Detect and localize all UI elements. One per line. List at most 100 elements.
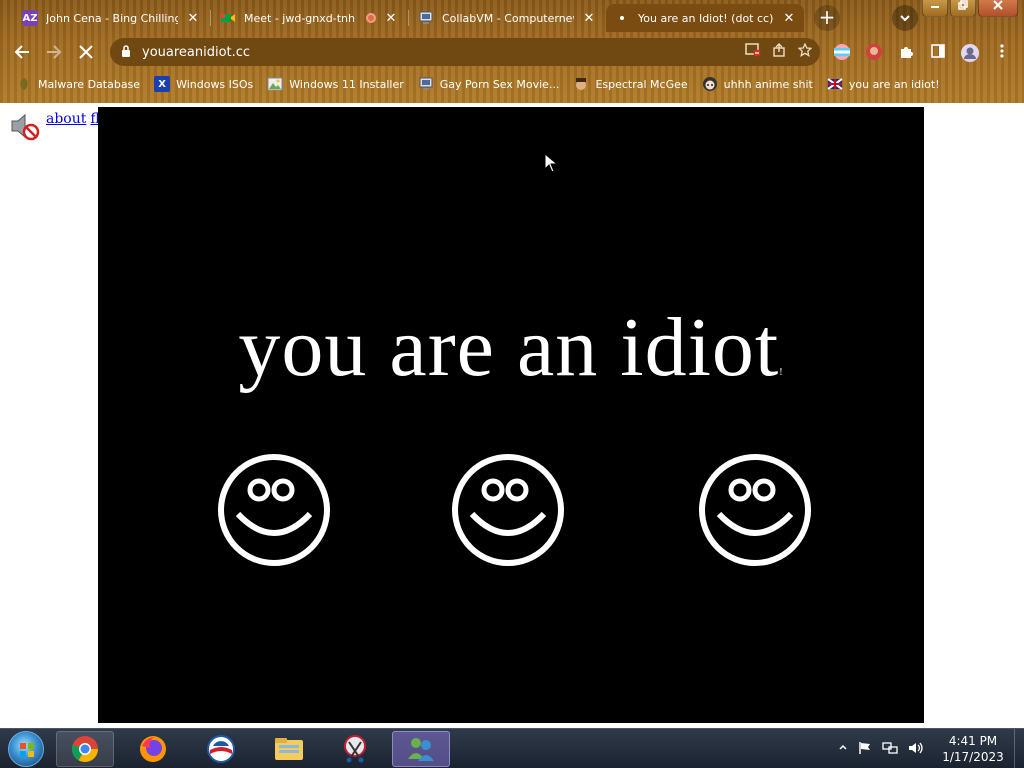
arrow-left-icon	[14, 45, 29, 59]
restore-button[interactable]	[950, 0, 976, 17]
bookmark-label: you are an idiot!	[848, 77, 940, 91]
bookmark-windows-isos[interactable]: X Windows ISOs	[154, 76, 253, 92]
web-page: aboutflash you are an idiot!	[0, 103, 1024, 728]
back-button[interactable]	[10, 40, 34, 64]
anime-icon	[702, 76, 718, 92]
show-desktop-button[interactable]	[1014, 729, 1024, 768]
headline-suffix: !	[779, 367, 784, 378]
menu-kebab-icon[interactable]	[992, 43, 1012, 63]
taskbar-chrome[interactable]	[56, 731, 114, 767]
profile-avatar[interactable]	[960, 43, 980, 63]
minimize-icon	[931, 6, 939, 8]
close-tab-icon[interactable]: ✕	[186, 11, 200, 26]
about-link[interactable]: about	[46, 111, 86, 127]
tab-separator	[210, 10, 211, 26]
sound-muted-icon[interactable]	[8, 110, 40, 142]
mouse-cursor-icon	[544, 153, 558, 173]
close-tab-icon[interactable]: ✕	[582, 11, 596, 26]
star-icon[interactable]	[794, 42, 816, 61]
network-icon[interactable]	[882, 741, 898, 758]
taskbar-obama[interactable]	[192, 731, 250, 767]
tab-meet[interactable]: Meet - jwd-gnxd-tnh ✕	[212, 4, 406, 32]
share-icon[interactable]	[768, 43, 790, 61]
close-window-button[interactable]	[978, 0, 1018, 17]
tab-title: You are an Idiot! (dot cc)	[638, 11, 774, 25]
chevron-down-icon	[900, 15, 910, 22]
bookmark-anime[interactable]: uhhh anime shit	[702, 76, 813, 92]
bookmark-label: Espectral McGee	[595, 77, 688, 91]
show-hidden-icons-icon[interactable]	[838, 741, 848, 758]
puzzle-extensions-icon[interactable]	[896, 43, 916, 63]
url-text[interactable]: youareanidiot.cc	[142, 45, 742, 60]
tab-strip: AZ John Cena - Bing Chilling ✕ Meet - jw…	[0, 0, 1024, 34]
tab-separator	[408, 10, 409, 26]
face-icon	[573, 76, 589, 92]
az-favicon-icon: AZ	[22, 10, 38, 26]
tab-title: John Cena - Bing Chilling	[46, 11, 178, 25]
tab-search-button[interactable]	[892, 5, 918, 31]
tab-title: Meet - jwd-gnxd-tnh	[244, 11, 355, 25]
tab-john-cena[interactable]: AZ John Cena - Bing Chilling ✕	[14, 4, 208, 32]
taskbar-messenger[interactable]	[392, 731, 450, 767]
taskbar-firefox[interactable]	[124, 731, 182, 767]
obama-icon	[207, 735, 235, 763]
avatar-extension-icon[interactable]	[864, 43, 884, 63]
messenger-icon	[408, 738, 434, 761]
clock-time: 4:41 PM	[948, 734, 998, 748]
restore-icon	[958, 0, 968, 10]
close-tab-icon[interactable]: ✕	[384, 11, 398, 26]
flash-stage[interactable]: you are an idiot!	[98, 107, 924, 723]
windows-logo-icon	[20, 743, 34, 757]
meet-icon	[220, 10, 236, 26]
trans-flag-extension-icon[interactable]	[832, 43, 852, 63]
bookmark-label: Windows 11 Installer	[289, 77, 404, 91]
blocked-popup-icon[interactable]	[742, 43, 764, 61]
bookmark-espectral-mcgee[interactable]: Espectral McGee	[573, 76, 688, 92]
taskbar: 4:41 PM 1/17/2023	[0, 728, 1024, 768]
bookmark-label: Windows ISOs	[176, 77, 254, 91]
leaf-icon	[16, 76, 32, 92]
smiley-face-icon	[452, 454, 564, 566]
collabvm-icon	[418, 76, 434, 92]
taskbar-clock[interactable]: 4:41 PM 1/17/2023	[938, 733, 1008, 765]
tab-collabvm[interactable]: CollabVM - Computernewb ✕	[410, 4, 604, 32]
minimize-button[interactable]	[922, 0, 948, 17]
collabvm-icon	[418, 10, 434, 26]
stop-loading-button[interactable]	[74, 40, 98, 64]
bookmarks-bar: Malware Database X Windows ISOs Windows …	[0, 72, 1024, 96]
chrome-icon	[71, 736, 99, 763]
clock-date: 1/17/2023	[942, 750, 1004, 764]
smiley-face-icon	[218, 454, 330, 566]
explorer-icon	[275, 738, 303, 760]
browser-frame: AZ John Cena - Bing Chilling ✕ Meet - jw…	[0, 0, 1024, 103]
bookmark-label: uhhh anime shit	[723, 77, 813, 91]
smiley-face-icon	[699, 454, 811, 566]
address-bar[interactable]: youareanidiot.cc	[110, 38, 820, 66]
forward-button[interactable]	[42, 40, 66, 64]
volume-icon[interactable]	[908, 741, 924, 758]
bookmark-label: Malware Database	[38, 77, 141, 91]
window-controls	[922, 0, 1018, 17]
flag-icon	[827, 76, 843, 92]
start-button[interactable]	[8, 731, 44, 767]
loading-icon	[614, 10, 630, 26]
bookmark-label: Gay Porn Sex Movie...	[439, 77, 560, 91]
recording-icon	[366, 13, 376, 23]
snipping-icon	[344, 735, 366, 763]
system-tray	[838, 741, 924, 758]
close-tab-icon[interactable]: ✕	[782, 11, 796, 26]
arrow-right-icon	[47, 45, 62, 59]
bookmark-malware-database[interactable]: Malware Database	[16, 76, 140, 92]
taskbar-explorer[interactable]	[260, 731, 318, 767]
tab-you-are-an-idiot[interactable]: You are an Idiot! (dot cc) ✕	[606, 4, 804, 32]
bookmark-you-are-an-idiot[interactable]: you are an idiot!	[827, 76, 940, 92]
side-panel-icon[interactable]	[928, 43, 948, 63]
bookmark-windows-11-installer[interactable]: Windows 11 Installer	[267, 76, 404, 92]
headline-text: you are an idiot	[238, 301, 780, 394]
bookmark-collabvm[interactable]: Gay Porn Sex Movie...	[418, 76, 560, 92]
new-tab-button[interactable]: +	[814, 5, 840, 31]
firefox-icon	[140, 736, 166, 762]
taskbar-snipping-tool[interactable]	[326, 731, 384, 767]
action-center-flag-icon[interactable]	[858, 741, 872, 758]
tab-title: CollabVM - Computernewb	[442, 11, 574, 25]
